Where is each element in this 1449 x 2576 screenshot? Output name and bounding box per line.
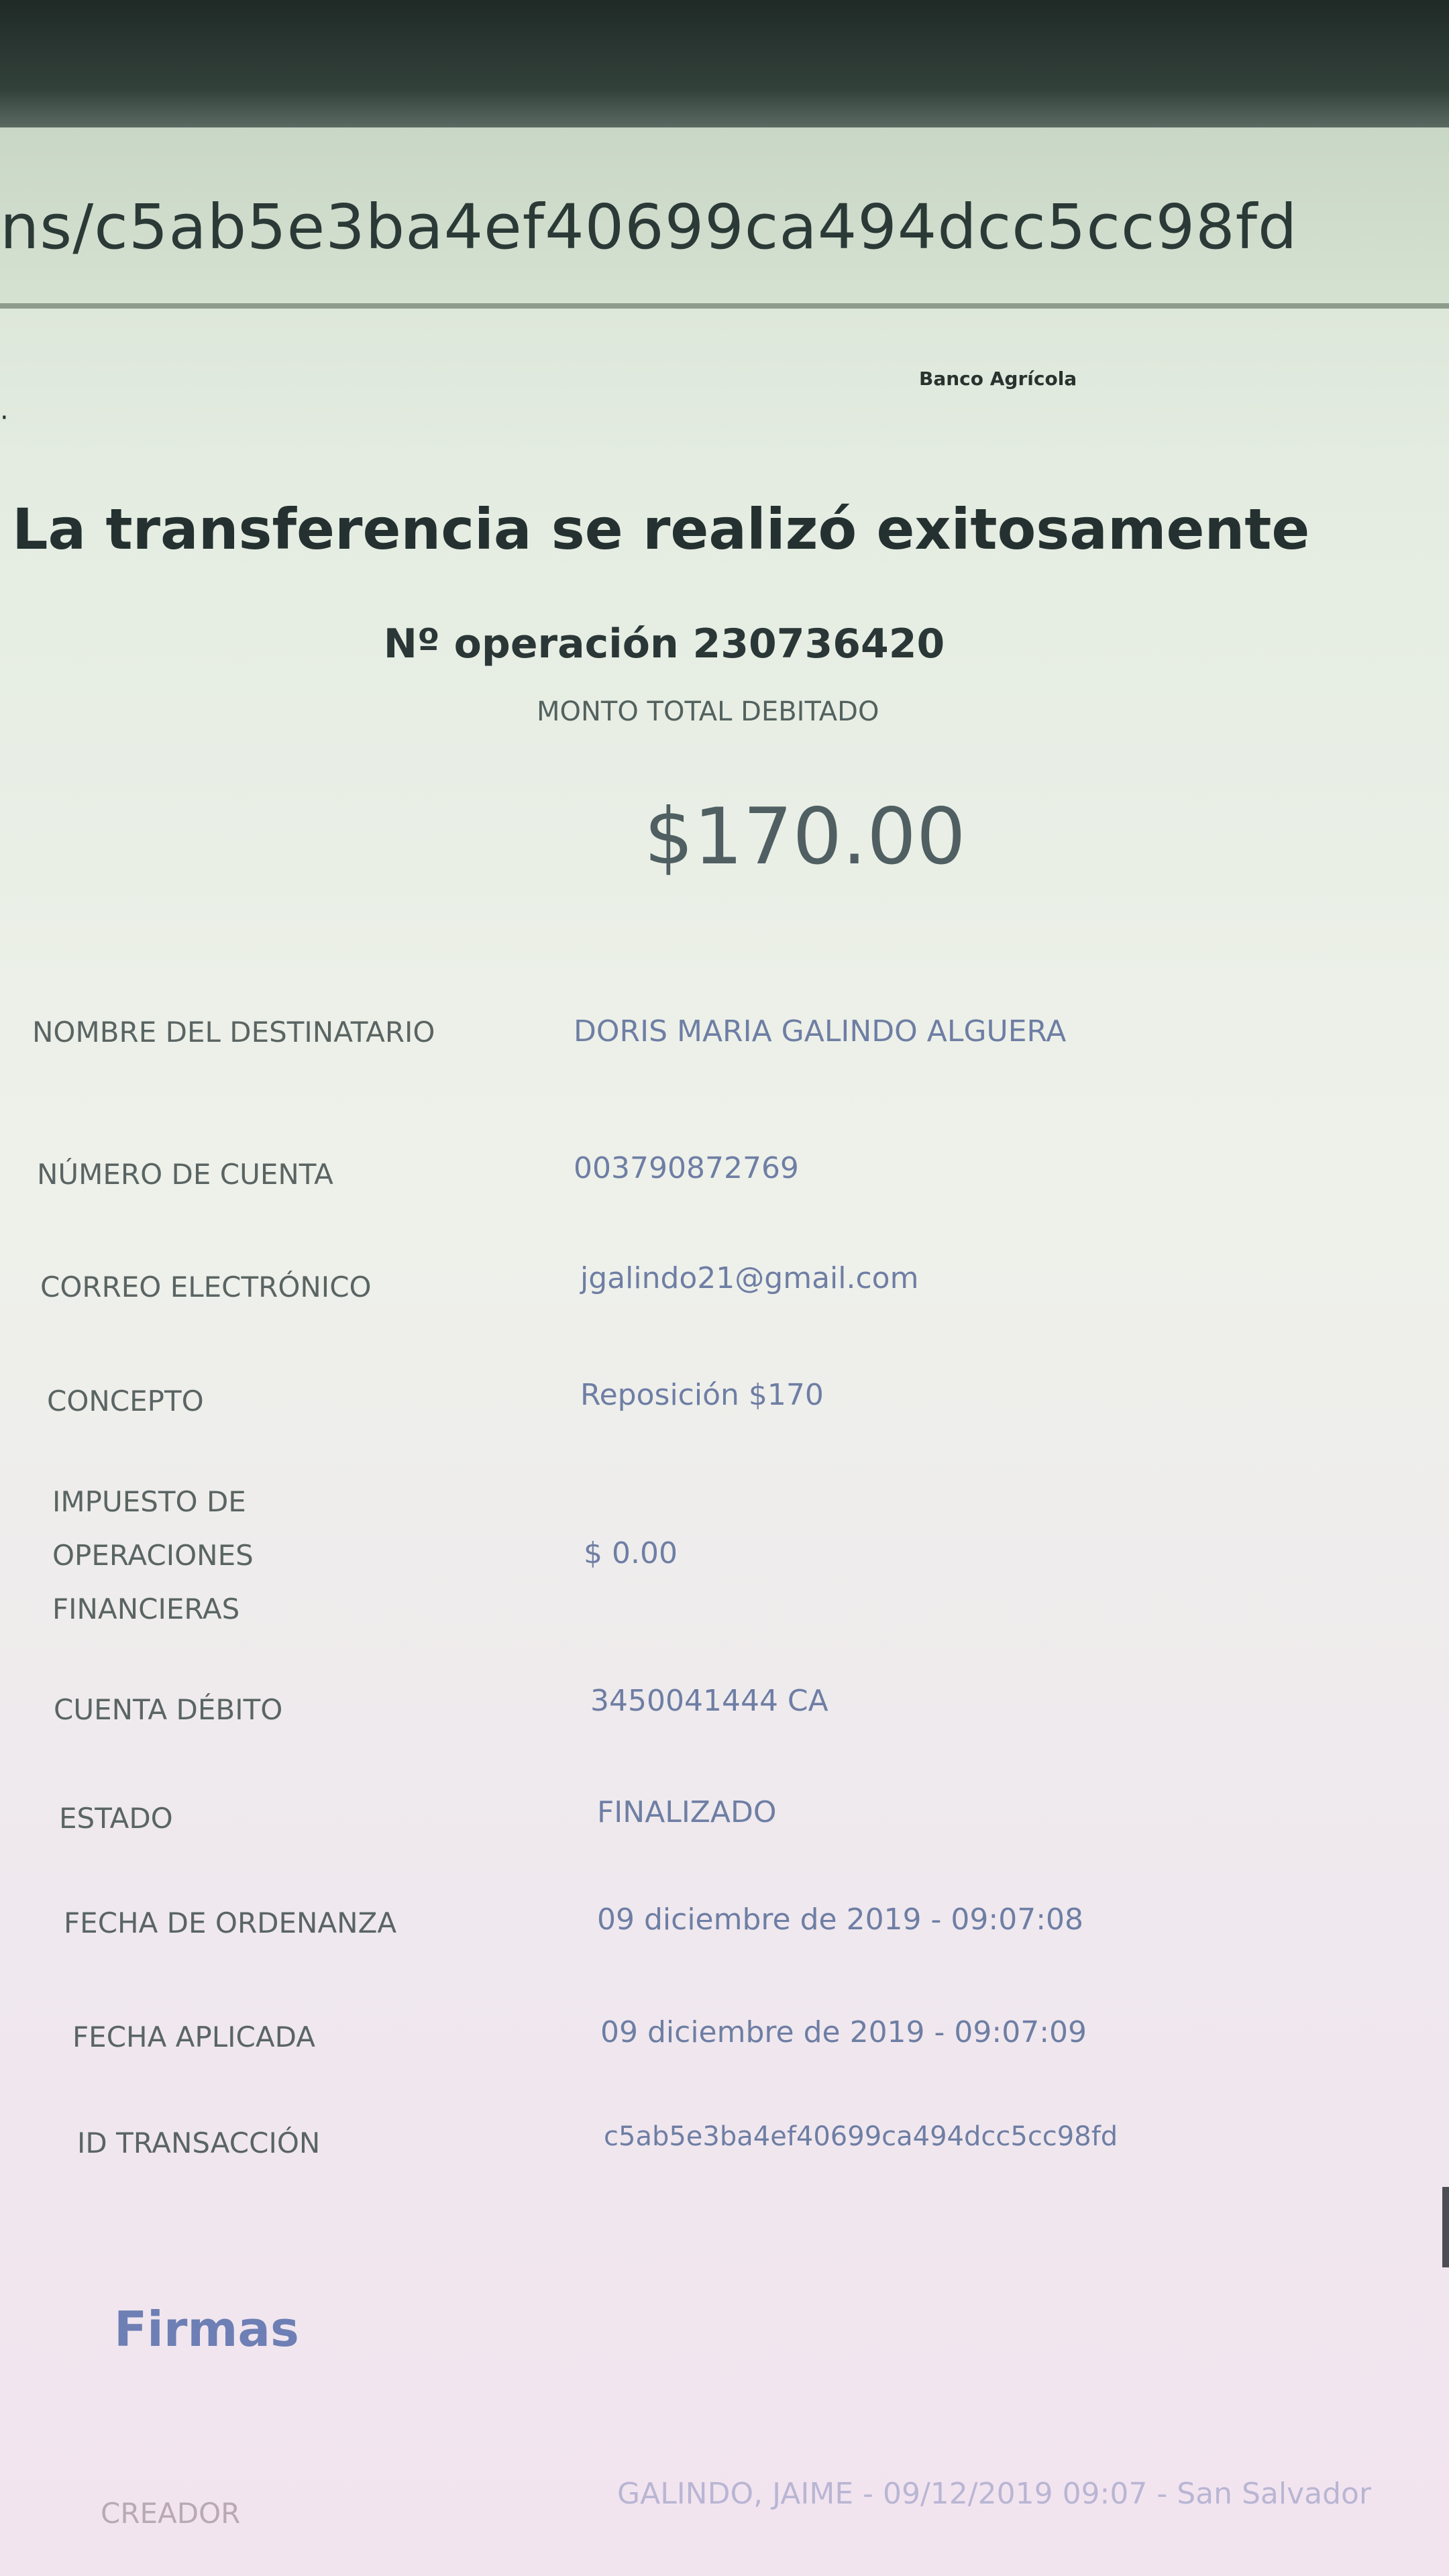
signatures-title: Firmas [114,2301,299,2357]
detail-label-line-1: IMPUESTO DE [52,1485,246,1518]
detail-value: c5ab5e3ba4ef40699ca494dcc5cc98fd [604,2121,1118,2152]
detail-label: NÚMERO DE CUENTA [37,1158,333,1191]
amount-label: MONTO TOTAL DEBITADO [537,696,879,727]
detail-label: ESTADO [59,1802,173,1835]
detail-label: CUENTA DÉBITO [54,1693,283,1726]
detail-label-line-3: FINANCIERAS [52,1593,240,1625]
scrollbar[interactable] [1442,2187,1449,2267]
monitor-bezel [0,0,1449,127]
page-title: La transferencia se realizó exitosamente [12,496,1310,562]
status-value: FINALIZADO [597,1795,777,1829]
detail-value: 09 diciembre de 2019 - 09:07:09 [600,2015,1087,2049]
url-text[interactable]: ns/c5ab5e3ba4ef40699ca494dcc5cc98fd [0,191,1297,263]
operation-number: Nº operación 230736420 [0,621,1449,667]
detail-value: Reposición $170 [580,1378,824,1412]
detail-label-line-2: OPERACIONES [52,1539,254,1572]
detail-label: ID TRANSACCIÓN [77,2127,321,2159]
detail-value: 003790872769 [574,1151,799,1185]
bank-logo-text: Banco Agrícola [919,368,1077,390]
detail-label: CORREO ELECTRÓNICO [40,1271,372,1303]
detail-value: DORIS MARIA GALINDO ALGUERA [574,1014,1067,1049]
amount-value: $170.00 [644,792,966,882]
menu-icon[interactable]: · [0,402,9,433]
detail-value: 3450041444 CA [590,1684,828,1718]
detail-value: $ 0.00 [584,1536,678,1570]
address-bar[interactable]: ns/c5ab5e3ba4ef40699ca494dcc5cc98fd [0,127,1449,309]
operation-number-text: Nº operación 230736420 [383,621,945,667]
detail-value[interactable]: jgalindo21@gmail.com [580,1261,918,1295]
detail-label: NOMBRE DEL DESTINATARIO [32,1016,435,1049]
signature-label: CREADOR [101,2497,241,2530]
signature-value: GALINDO, JAIME - 09/12/2019 09:07 - San … [617,2477,1372,2511]
detail-label: FECHA APLICADA [72,2021,315,2053]
detail-label: FECHA DE ORDENANZA [64,1907,397,1939]
detail-value: 09 diciembre de 2019 - 09:07:08 [597,1902,1084,1937]
detail-label: CONCEPTO [47,1385,204,1417]
